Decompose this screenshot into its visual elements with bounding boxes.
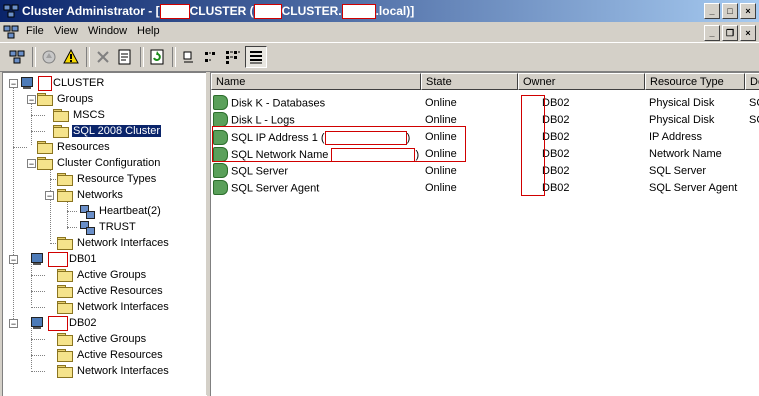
menu-bar: File View Window Help _ ❐ × xyxy=(0,22,759,41)
tree-item-db02-network-interfaces[interactable]: Network Interfaces xyxy=(57,363,170,379)
document-window-icon[interactable] xyxy=(3,24,19,40)
redacted-text xyxy=(159,4,190,20)
table-row[interactable]: Disk K - Databases Online DB02 Physical … xyxy=(211,95,759,112)
maximize-button[interactable]: □ xyxy=(722,3,738,19)
resource-icon xyxy=(213,112,228,127)
redacted-text xyxy=(48,315,68,331)
collapse-db01-toggle[interactable]: − xyxy=(9,255,18,265)
tree-item-mscs[interactable]: MSCS xyxy=(53,107,106,123)
tree-item-resources[interactable]: Resources xyxy=(37,139,111,155)
cluster-icon xyxy=(19,76,35,90)
collapse-networks-toggle[interactable]: − xyxy=(45,191,54,201)
folder-icon xyxy=(37,141,53,154)
open-connection-icon[interactable] xyxy=(6,46,28,68)
toolbar xyxy=(0,42,759,72)
column-header-name[interactable]: Name xyxy=(211,73,421,90)
redacted-text xyxy=(341,4,376,20)
tree-item-cluster[interactable]: CLUSTER xyxy=(19,75,105,91)
column-header-resource-type[interactable]: Resource Type xyxy=(645,73,745,90)
tree-item-trust[interactable]: TRUST xyxy=(79,219,137,235)
refresh-icon[interactable] xyxy=(146,46,168,68)
tree-item-networks[interactable]: Networks xyxy=(57,187,124,203)
folder-icon xyxy=(37,93,53,106)
mdi-restore-button[interactable]: ❐ xyxy=(722,25,738,41)
window-title: Cluster Administrator - [CLUSTER (CLUSTE… xyxy=(22,4,415,20)
menu-help[interactable]: Help xyxy=(137,25,160,37)
folder-icon xyxy=(57,269,73,282)
mdi-close-button[interactable]: × xyxy=(740,25,756,41)
folder-icon xyxy=(57,173,73,186)
properties-icon[interactable] xyxy=(114,46,136,68)
highlight-box xyxy=(521,95,545,196)
server-node-icon xyxy=(29,252,45,266)
redacted-text xyxy=(48,251,68,267)
folder-icon xyxy=(57,285,73,298)
tree-item-db02[interactable]: DB02 xyxy=(29,315,98,331)
cluster-tree-pane[interactable]: − CLUSTER − Groups MSCS SQL 2008 Cluster… xyxy=(2,72,207,396)
tree-item-db01-active-groups[interactable]: Active Groups xyxy=(57,267,147,283)
small-icons-view-icon[interactable] xyxy=(200,46,222,68)
tree-item-db01-active-resources[interactable]: Active Resources xyxy=(57,283,164,299)
redacted-text xyxy=(38,75,52,91)
folder-icon xyxy=(37,157,53,170)
folder-icon xyxy=(57,237,73,250)
table-row[interactable]: SQL Server Online DB02 SQL Server xyxy=(211,163,759,180)
network-icon xyxy=(79,204,95,219)
large-icons-view-icon[interactable] xyxy=(178,46,200,68)
tree-item-network-interfaces[interactable]: Network Interfaces xyxy=(57,235,170,251)
minimize-button[interactable]: _ xyxy=(704,3,720,19)
collapse-root-toggle[interactable]: − xyxy=(9,79,18,89)
delete-icon[interactable] xyxy=(92,46,114,68)
network-icon xyxy=(79,220,95,235)
group-folder-icon xyxy=(53,125,69,138)
menu-view[interactable]: View xyxy=(54,25,78,37)
column-header-description[interactable]: De xyxy=(745,73,759,90)
list-view-icon[interactable] xyxy=(222,46,244,68)
table-row[interactable]: SQL Server Agent Online DB02 SQL Server … xyxy=(211,180,759,197)
highlight-box xyxy=(212,126,466,162)
redacted-text xyxy=(253,4,282,20)
cluster-admin-app-icon[interactable] xyxy=(3,3,19,19)
collapse-groups-toggle[interactable]: − xyxy=(27,95,36,105)
folder-icon xyxy=(57,301,73,314)
tree-item-db01-network-interfaces[interactable]: Network Interfaces xyxy=(57,299,170,315)
tree-item-groups[interactable]: Groups xyxy=(37,91,94,107)
resource-icon xyxy=(213,180,228,195)
collapse-cluster-config-toggle[interactable]: − xyxy=(27,159,36,169)
folder-icon xyxy=(53,109,69,122)
tree-item-cluster-configuration[interactable]: Cluster Configuration xyxy=(37,155,161,171)
tree-item-db02-active-groups[interactable]: Active Groups xyxy=(57,331,147,347)
server-node-icon xyxy=(29,316,45,330)
folder-icon xyxy=(57,365,73,378)
tree-item-resource-types[interactable]: Resource Types xyxy=(57,171,157,187)
mdi-minimize-button[interactable]: _ xyxy=(704,25,720,41)
column-header-state[interactable]: State xyxy=(421,73,518,90)
menu-file[interactable]: File xyxy=(26,25,44,37)
collapse-db02-toggle[interactable]: − xyxy=(9,319,18,329)
bring-online-icon[interactable] xyxy=(38,46,60,68)
close-button[interactable]: × xyxy=(740,3,756,19)
column-header-owner[interactable]: Owner xyxy=(518,73,645,90)
folder-icon xyxy=(57,189,73,202)
menu-window[interactable]: Window xyxy=(88,25,127,37)
folder-icon xyxy=(57,349,73,362)
details-view-icon[interactable] xyxy=(245,46,267,68)
title-bar: Cluster Administrator - [CLUSTER (CLUSTE… xyxy=(0,0,759,22)
resource-list-pane[interactable]: Name State Owner Resource Type De Disk K… xyxy=(210,72,759,396)
tree-item-sql-2008-cluster[interactable]: SQL 2008 Cluster xyxy=(53,123,162,139)
tree-item-db01[interactable]: DB01 xyxy=(29,251,98,267)
tree-item-heartbeat[interactable]: Heartbeat(2) xyxy=(79,203,162,219)
folder-icon xyxy=(57,333,73,346)
tree-item-db02-active-resources[interactable]: Active Resources xyxy=(57,347,164,363)
take-offline-warning-icon[interactable] xyxy=(60,46,82,68)
resource-icon xyxy=(213,163,228,178)
resource-icon xyxy=(213,95,228,110)
